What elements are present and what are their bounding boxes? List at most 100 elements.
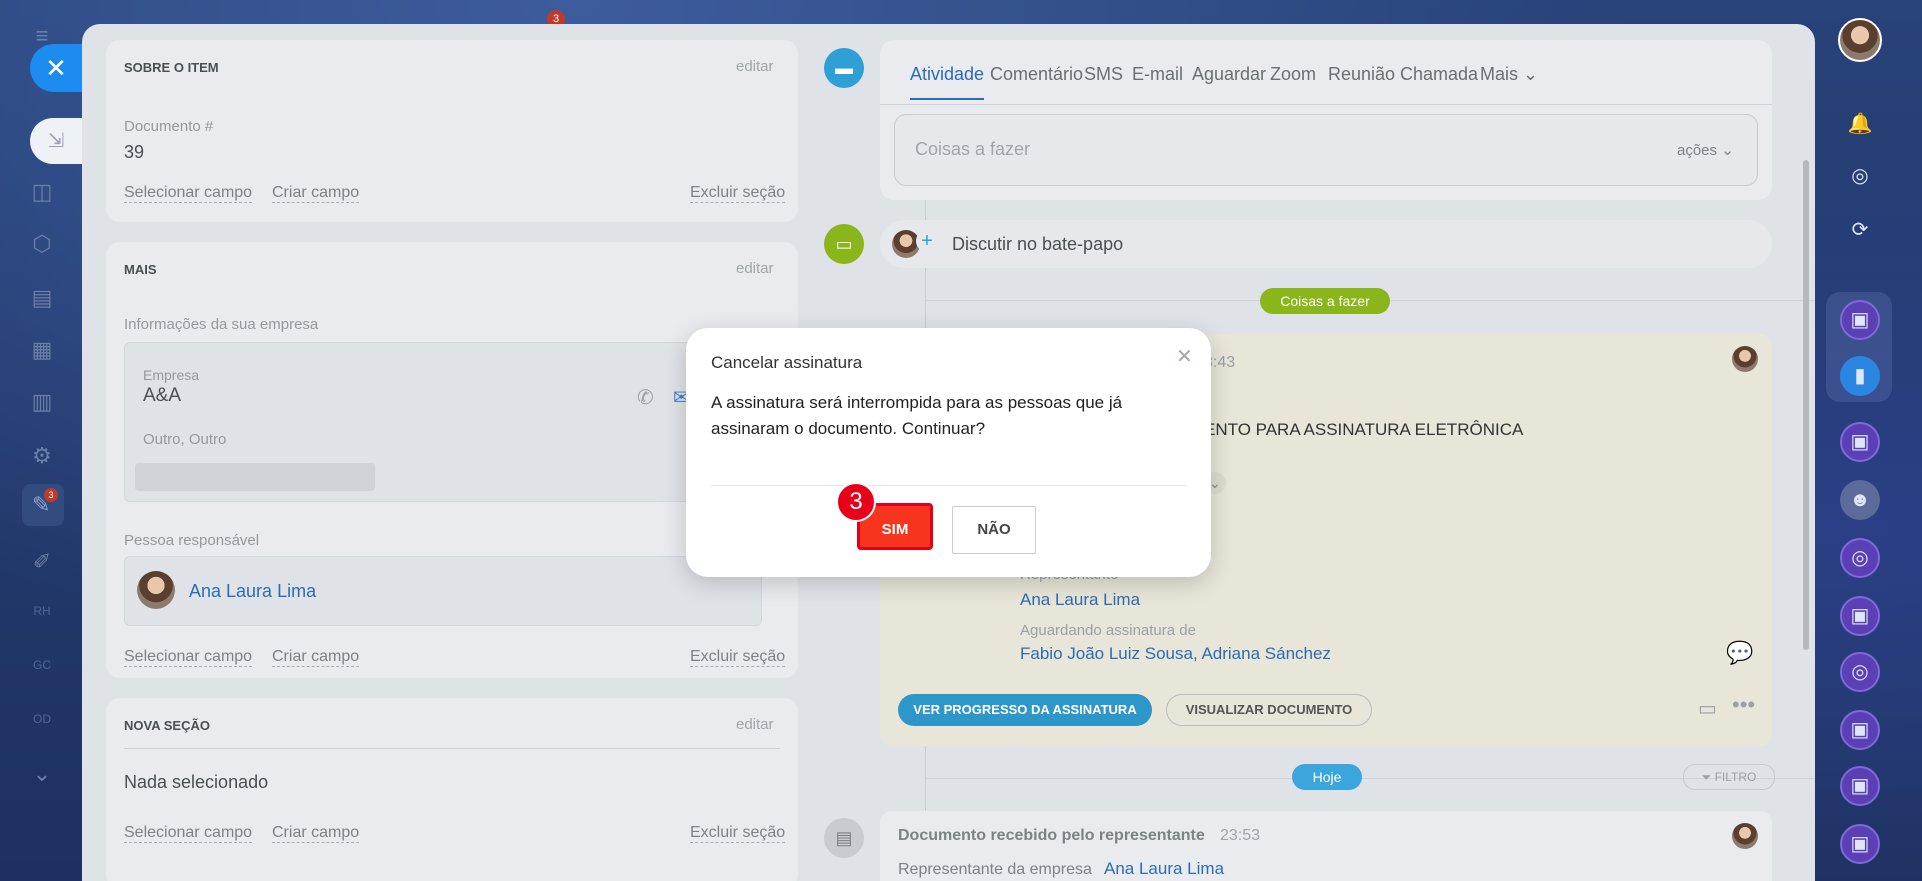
bell-icon[interactable]: 🔔 — [1840, 104, 1880, 144]
active-tab-indicator — [910, 98, 984, 100]
contact-icon[interactable]: ▣ — [1840, 766, 1880, 806]
company-name: A&A — [143, 385, 182, 406]
target-icon[interactable]: ◎ — [1840, 538, 1880, 578]
tab-sms[interactable]: SMS — [1084, 64, 1123, 85]
tab-more[interactable]: Mais ⌄ — [1480, 64, 1538, 85]
view-document-button[interactable]: VISUALIZAR DOCUMENTO — [1166, 694, 1372, 726]
robot-avatar-icon[interactable]: ☻ — [1840, 480, 1880, 520]
company-type: Outro, Outro — [143, 431, 227, 448]
chart-icon[interactable]: ▥ — [28, 388, 56, 416]
section-title: SOBRE O ITEM — [124, 60, 219, 75]
avatar — [1732, 346, 1758, 372]
contact-icon[interactable]: ▣ — [1840, 596, 1880, 636]
filter-label: FILTRO — [1714, 770, 1757, 784]
field-label: Aguardando assinatura de — [1020, 622, 1196, 639]
calendar-icon[interactable]: ▦ — [28, 336, 56, 364]
section-new: NOVA SEÇÃO editar Nada selecionado Selec… — [106, 698, 798, 881]
tab-call[interactable]: Chamada — [1400, 64, 1478, 85]
scrollbar[interactable] — [1803, 160, 1809, 650]
phone-icon[interactable]: ✆ — [637, 385, 654, 410]
todo-pill: Coisas a fazer — [1260, 288, 1390, 314]
representative-link[interactable]: Ana Laura Lima — [1104, 859, 1224, 879]
representative-link[interactable]: Ana Laura Lima — [1020, 590, 1140, 610]
target-icon[interactable]: ◎ — [1840, 156, 1880, 196]
chat-bar[interactable]: + Discutir no bate-papo — [880, 220, 1772, 268]
delete-section-link[interactable]: Excluir seção — [690, 824, 786, 843]
tab-wait[interactable]: Aguardar — [1192, 64, 1266, 85]
dialog-message: A assinatura será interrompida para as p… — [711, 393, 1123, 438]
today-pill: Hoje — [1292, 764, 1362, 790]
section-title: NOVA SEÇÃO — [124, 718, 210, 733]
contact-icon[interactable]: ▣ — [1840, 422, 1880, 462]
view-progress-button[interactable]: VER PROGRESSO DA ASSINATURA — [898, 694, 1152, 726]
filter-button[interactable]: ⏷ FILTRO — [1683, 764, 1775, 790]
tab-email[interactable]: E-mail — [1132, 64, 1183, 85]
create-field-link[interactable]: Criar campo — [272, 648, 360, 667]
nav-documents-active[interactable]: ✎ 3 — [22, 484, 64, 526]
chevron-down-icon: ⌄ — [1721, 142, 1734, 159]
nav-badge: 3 — [44, 488, 58, 502]
robot-icon[interactable]: ◫ — [28, 178, 56, 206]
edit-link[interactable]: editar — [736, 260, 774, 277]
create-field-link[interactable]: Criar campo — [272, 184, 360, 203]
select-field-link[interactable]: Selecionar campo — [124, 184, 253, 203]
nav-rh[interactable]: RH — [28, 600, 56, 622]
sync-icon[interactable]: ⟳ — [1840, 210, 1880, 250]
user-avatar[interactable] — [1838, 18, 1882, 62]
section-title: MAIS — [124, 262, 157, 277]
building-icon[interactable]: ▤ — [28, 284, 56, 312]
step-marker: 3 — [836, 482, 876, 522]
no-button[interactable]: NÃO — [952, 506, 1036, 554]
close-icon[interactable]: ✕ — [1176, 344, 1193, 369]
create-field-link[interactable]: Criar campo — [272, 824, 360, 843]
contact-icon[interactable]: ▣ — [1840, 300, 1880, 340]
blurred-field — [135, 463, 375, 491]
edit-link[interactable]: editar — [736, 58, 774, 75]
dialog-title: Cancelar assinatura — [711, 353, 863, 372]
todo-input[interactable]: Coisas a fazer ações ⌄ — [894, 114, 1758, 186]
plus-icon[interactable]: + — [916, 230, 938, 252]
field-label: Representante da empresa — [898, 861, 1092, 878]
delete-section-link[interactable]: Excluir seção — [690, 648, 786, 667]
waiting-signers-link[interactable]: Fabio João Luiz Sousa, Adriana Sánchez — [1020, 644, 1331, 664]
nav-gc[interactable]: GC — [28, 654, 56, 676]
field-label: Pessoa responsável — [124, 532, 260, 549]
contact-icon[interactable]: ▣ — [1840, 710, 1880, 750]
gear-icon[interactable]: ⚙ — [28, 442, 56, 470]
nav-od[interactable]: OD — [28, 708, 56, 730]
activity-title: Documento recebido pelo representante — [898, 827, 1205, 844]
tab-meeting[interactable]: Reunião — [1328, 64, 1395, 85]
chevron-down-icon[interactable]: ⌄ — [28, 760, 56, 788]
cancel-signature-dialog: Cancelar assinatura ✕ A assinatura será … — [686, 328, 1211, 577]
contact-icon[interactable]: ▣ — [1840, 824, 1880, 864]
cube-icon[interactable]: ⬡ — [28, 230, 56, 258]
divider — [124, 748, 780, 749]
tab-comment[interactable]: Comentário — [990, 64, 1083, 85]
field-label: Documento # — [124, 118, 214, 135]
tab-more-label: Mais — [1480, 64, 1519, 84]
document-received-card: Documento recebido pelo representante 23… — [880, 811, 1772, 881]
actions-dropdown[interactable]: ações ⌄ — [1677, 141, 1734, 159]
tab-zoom[interactable]: Zoom — [1270, 64, 1316, 85]
edit-link[interactable]: editar — [736, 716, 774, 733]
delete-section-link[interactable]: Excluir seção — [690, 184, 786, 203]
minimize-button[interactable]: ⇲ — [30, 118, 82, 164]
pen-icon[interactable]: ✐ — [28, 548, 56, 576]
avatar — [1732, 823, 1758, 849]
add-comment-icon[interactable]: 💬 — [1726, 640, 1753, 666]
activity-tabs: Atividade Comentário SMS E-mail Aguardar… — [880, 40, 1772, 200]
note-icon[interactable]: ▭ — [1698, 696, 1717, 721]
close-slider-button[interactable]: ✕ — [30, 44, 82, 92]
more-icon[interactable]: ••• — [1732, 692, 1755, 718]
select-field-link[interactable]: Selecionar campo — [124, 824, 253, 843]
close-icon: ✕ — [45, 53, 67, 83]
section-about: SOBRE O ITEM editar Documento # 39 Selec… — [106, 40, 798, 222]
responsible-box: Ana Laura Lima — [124, 556, 762, 626]
responsible-person-link[interactable]: Ana Laura Lima — [189, 581, 316, 602]
target-icon[interactable]: ◎ — [1840, 652, 1880, 692]
divider — [711, 485, 1186, 486]
select-field-link[interactable]: Selecionar campo — [124, 648, 253, 667]
tab-activity[interactable]: Atividade — [910, 64, 984, 85]
document-icon: ▤ — [824, 818, 864, 858]
bookmark-icon[interactable]: ▮ — [1840, 356, 1880, 396]
